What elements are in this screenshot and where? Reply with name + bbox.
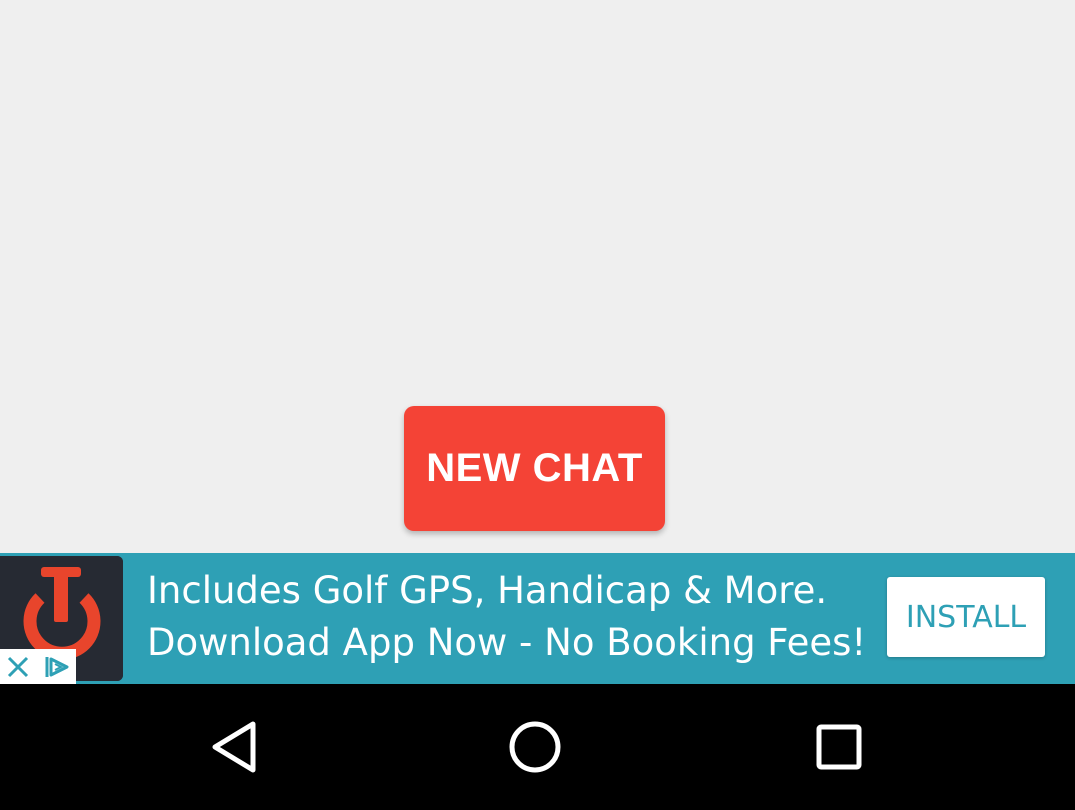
ad-text[interactable]: Includes Golf GPS, Handicap & More. Down…	[147, 565, 867, 669]
ad-headline: Includes Golf GPS, Handicap & More.	[147, 569, 828, 612]
recents-square-icon[interactable]	[809, 717, 869, 777]
ad-subline: Download App Now - No Booking Fees!	[147, 621, 867, 664]
chat-content-area: NEW CHAT	[0, 0, 1075, 553]
new-chat-button[interactable]: NEW CHAT	[404, 406, 665, 531]
install-button[interactable]: INSTALL	[887, 577, 1045, 657]
ad-banner[interactable]: Includes Golf GPS, Handicap & More. Down…	[0, 553, 1075, 684]
ad-controls	[0, 649, 76, 684]
close-icon[interactable]	[0, 649, 36, 684]
back-triangle-icon[interactable]	[205, 717, 265, 777]
system-navigation-bar	[0, 684, 1075, 810]
app-screen: NEW CHAT Includes Golf GPS, Handicap & M…	[0, 0, 1075, 810]
home-circle-icon[interactable]	[505, 717, 565, 777]
adchoices-icon[interactable]	[36, 649, 76, 684]
